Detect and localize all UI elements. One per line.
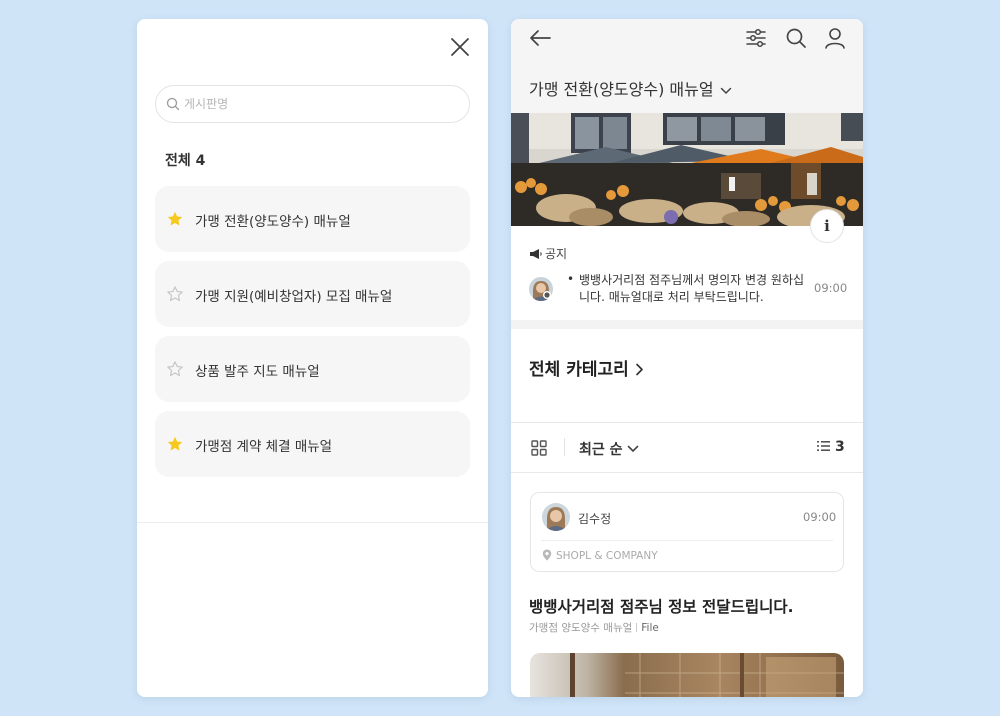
star-icon[interactable] <box>166 435 184 453</box>
all-categories-link[interactable]: 전체 카테고리 <box>529 355 644 380</box>
post-time: 09:00 <box>803 510 837 524</box>
notice-time: 09:00 <box>814 281 848 295</box>
board-detail-panel: 가맹 전환(양도양수) 매뉴얼 i 공지 • 뱅뱅사거리점 점주님께서 명의자 … <box>511 19 863 697</box>
board-item-label: 가맹 전환(양도양수) 매뉴얼 <box>195 214 351 230</box>
post-type: File <box>641 622 659 634</box>
company-name: SHOPL & COMPANY <box>556 550 658 562</box>
avatar <box>529 277 553 301</box>
board-item[interactable]: 가맹 전환(양도양수) 매뉴얼 <box>155 186 470 252</box>
list-view-toggle[interactable]: 3 <box>817 439 845 455</box>
notice-bullet: • <box>567 272 575 286</box>
board-search-input[interactable] <box>184 94 454 114</box>
board-item[interactable]: 가맹 지원(예비창업자) 모집 매뉴얼 <box>155 261 470 327</box>
location-pin-icon <box>542 549 552 561</box>
divider <box>564 438 565 456</box>
back-arrow-icon[interactable] <box>528 28 552 48</box>
board-banner-image <box>511 113 863 226</box>
author-name: 김수정 <box>578 512 612 526</box>
post-author-card[interactable]: 김수정 09:00 SHOPL & COMPANY <box>530 492 844 572</box>
megaphone-icon <box>530 249 542 259</box>
board-list-panel: 전체 4 가맹 전환(양도양수) 매뉴얼 가맹 지원(예비창업자) 모집 매뉴얼… <box>137 19 488 697</box>
board-item-label: 가맹 지원(예비창업자) 모집 매뉴얼 <box>195 289 393 305</box>
chevron-down-icon <box>627 445 638 452</box>
post-meta: 가맹점 양도양수 매뉴얼 File <box>529 620 659 635</box>
board-title: 가맹 전환(양도양수) 매뉴얼 <box>529 80 714 99</box>
notice-text[interactable]: 뱅뱅사거리점 점주님께서 명의자 변경 원하십니다. 매뉴얼대로 처리 부탁드립… <box>579 272 811 306</box>
notice-label: 공지 <box>529 245 567 262</box>
divider <box>511 472 863 473</box>
star-icon[interactable] <box>166 285 184 303</box>
divider <box>636 623 638 632</box>
star-icon[interactable] <box>166 210 184 228</box>
info-icon[interactable]: i <box>810 209 844 243</box>
divider <box>137 522 488 523</box>
all-categories-label: 전체 카테고리 <box>529 360 629 380</box>
board-item-label: 상품 발주 지도 매뉴얼 <box>195 364 320 380</box>
list-icon <box>817 441 830 451</box>
chevron-down-icon <box>720 87 731 94</box>
sort-dropdown[interactable]: 최근 순 <box>579 439 639 459</box>
search-icon <box>166 97 180 111</box>
sort-label: 최근 순 <box>579 442 623 458</box>
notice-label-text: 공지 <box>545 247 568 261</box>
board-title-dropdown[interactable]: 가맹 전환(양도양수) 매뉴얼 <box>529 76 732 100</box>
post-count: 3 <box>835 439 845 455</box>
section-separator <box>511 320 863 329</box>
post-title[interactable]: 뱅뱅사거리점 점주님 정보 전달드립니다. <box>529 595 794 617</box>
board-item[interactable]: 상품 발주 지도 매뉴얼 <box>155 336 470 402</box>
star-icon[interactable] <box>166 360 184 378</box>
divider <box>511 422 863 423</box>
board-item[interactable]: 가맹점 계약 체결 매뉴얼 <box>155 411 470 477</box>
chevron-right-icon <box>635 363 643 376</box>
board-search-box[interactable] <box>155 85 470 123</box>
board-item-label: 가맹점 계약 체결 매뉴얼 <box>195 439 333 455</box>
profile-icon[interactable] <box>823 26 847 50</box>
close-icon[interactable] <box>449 36 471 58</box>
search-icon[interactable] <box>785 27 807 49</box>
board-total-count: 전체 4 <box>165 153 206 169</box>
filter-icon[interactable] <box>745 27 767 49</box>
post-board-name: 가맹점 양도양수 매뉴얼 <box>529 622 633 634</box>
post-thumbnail-image[interactable] <box>530 653 844 697</box>
grid-icon[interactable] <box>531 440 547 456</box>
avatar <box>542 503 570 531</box>
divider <box>541 540 833 541</box>
location: SHOPL & COMPANY <box>542 549 658 562</box>
